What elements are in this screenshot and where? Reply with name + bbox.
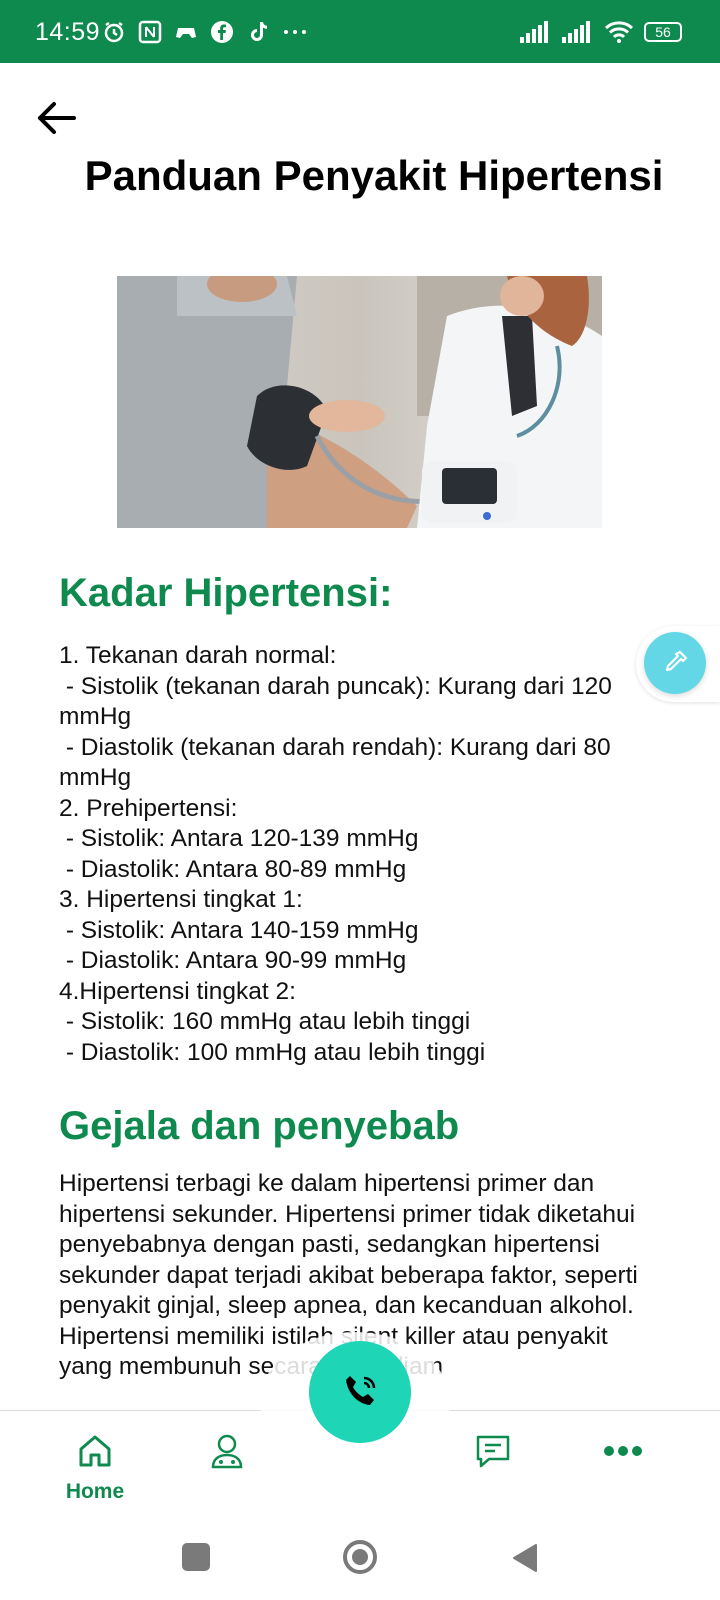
nav-home[interactable]: Home: [40, 1431, 150, 1504]
kadar-list: 1. Tekanan darah normal: - Sistolik (tek…: [59, 641, 644, 1068]
tiktok-icon: [251, 22, 267, 41]
article-content: Kadar Hipertensi: 1. Tekanan darah norma…: [59, 571, 644, 1383]
more-icon: [604, 1446, 642, 1456]
back-system-button[interactable]: [508, 1541, 542, 1575]
list-item: - Diastolik: Antara 90-99 mmHg: [59, 947, 407, 974]
back-arrow-icon[interactable]: [34, 96, 78, 140]
section-title-kadar: Kadar Hipertensi:: [59, 571, 393, 615]
chat-icon: [476, 1435, 510, 1468]
list-item: - Diastolik: 100 mmHg atau lebih tinggi: [59, 1038, 486, 1066]
list-item: - Sistolik: 160 mmHg atau lebih tinggi: [59, 1008, 471, 1035]
signal-icon: [562, 21, 590, 43]
signal-icon: [520, 21, 548, 43]
nfc-icon: [138, 20, 162, 44]
list-item: - Diastolik: Antara 80-89 mmHg: [59, 855, 407, 883]
list-item: - Sistolik (tekanan darah puncak): Kuran…: [59, 672, 619, 731]
list-item: 4.Hipertensi tingkat 2:: [59, 977, 296, 1005]
alarm-icon: [104, 21, 124, 43]
system-navigation-bar: [0, 1530, 720, 1600]
section-title-gejala: Gejala dan penyebab: [59, 1104, 460, 1148]
color-picker-button[interactable]: [644, 632, 706, 694]
nav-more[interactable]: [568, 1431, 678, 1476]
system-icons: 56: [520, 20, 682, 44]
status-bar: 14:59 56: [0, 0, 720, 63]
notification-icons: [102, 20, 308, 44]
paragraph: Hipertensi terbagi ke dalam hipertensi p…: [59, 1170, 645, 1319]
home-system-button[interactable]: [342, 1539, 378, 1575]
list-item: - Sistolik: Antara 140-159 mmHg: [59, 916, 419, 944]
home-icon: [79, 1435, 111, 1467]
page-title: Panduan Penyakit Hipertensi: [84, 152, 664, 199]
nav-chat[interactable]: [438, 1431, 548, 1476]
eyedropper-icon: [665, 650, 688, 672]
facebook-icon: [211, 21, 233, 43]
phone-icon: [346, 1376, 376, 1405]
nav-home-label: Home: [65, 1480, 125, 1503]
recents-button[interactable]: [182, 1543, 210, 1571]
game-icon: [176, 28, 196, 38]
list-item: 1. Tekanan darah normal:: [59, 642, 337, 669]
battery-icon: 56: [644, 22, 682, 42]
list-item: - Sistolik: Antara 120-139 mmHg: [59, 825, 419, 852]
wifi-icon: [604, 21, 634, 43]
list-item: 2. Prehipertensi:: [59, 794, 238, 822]
list-item: - Diastolik (tekanan darah rendah): Kura…: [59, 733, 618, 792]
hero-image: [117, 276, 602, 528]
call-button[interactable]: [309, 1341, 411, 1443]
nav-doctor[interactable]: [172, 1431, 282, 1476]
more-dots-icon: [284, 30, 306, 34]
status-time: 14:59: [35, 18, 101, 46]
list-item: 3. Hipertensi tingkat 1:: [59, 886, 303, 913]
doctor-icon: [211, 1434, 243, 1469]
